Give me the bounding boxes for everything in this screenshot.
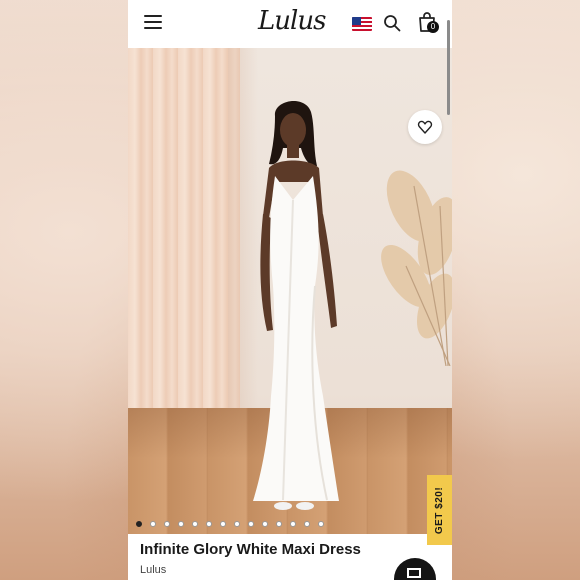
carousel-dot[interactable] bbox=[234, 521, 240, 527]
carousel-dot[interactable] bbox=[262, 521, 268, 527]
carousel-dot[interactable] bbox=[276, 521, 282, 527]
site-logo[interactable]: Lulus bbox=[258, 6, 326, 36]
carousel-dot[interactable] bbox=[150, 521, 156, 527]
search-icon[interactable] bbox=[383, 14, 401, 32]
model-figure bbox=[253, 100, 339, 510]
carousel-dot[interactable] bbox=[220, 521, 226, 527]
carousel-dot[interactable] bbox=[304, 521, 310, 527]
carousel-dot[interactable] bbox=[192, 521, 198, 527]
mobile-page: Lulus 0 GET $20! Infinite Glory White Ma… bbox=[128, 0, 452, 580]
carousel-dot[interactable] bbox=[318, 521, 324, 527]
product-image[interactable] bbox=[128, 48, 452, 534]
promo-label: GET $20! bbox=[434, 486, 446, 534]
carousel-dot[interactable] bbox=[178, 521, 184, 527]
cart-count-badge: 0 bbox=[427, 21, 439, 33]
heart-icon bbox=[417, 120, 433, 134]
pampas-grass-decor bbox=[381, 170, 452, 366]
hamburger-menu-icon[interactable] bbox=[144, 15, 162, 29]
carousel-dot[interactable] bbox=[164, 521, 170, 527]
scrollbar[interactable] bbox=[447, 20, 450, 115]
product-brand[interactable]: Lulus bbox=[140, 564, 166, 576]
chat-icon bbox=[407, 568, 421, 578]
image-carousel-dots bbox=[136, 521, 324, 529]
carousel-dot[interactable] bbox=[290, 521, 296, 527]
chat-button[interactable] bbox=[394, 558, 436, 580]
carousel-dot[interactable] bbox=[206, 521, 212, 527]
us-flag-icon[interactable] bbox=[352, 17, 372, 31]
product-title: Infinite Glory White Maxi Dress bbox=[140, 541, 361, 558]
carousel-dot[interactable] bbox=[248, 521, 254, 527]
wishlist-button[interactable] bbox=[408, 110, 442, 144]
carousel-dot[interactable] bbox=[136, 521, 142, 527]
site-header: Lulus 0 bbox=[128, 0, 452, 48]
get-20-promo-tab[interactable]: GET $20! bbox=[427, 475, 452, 545]
